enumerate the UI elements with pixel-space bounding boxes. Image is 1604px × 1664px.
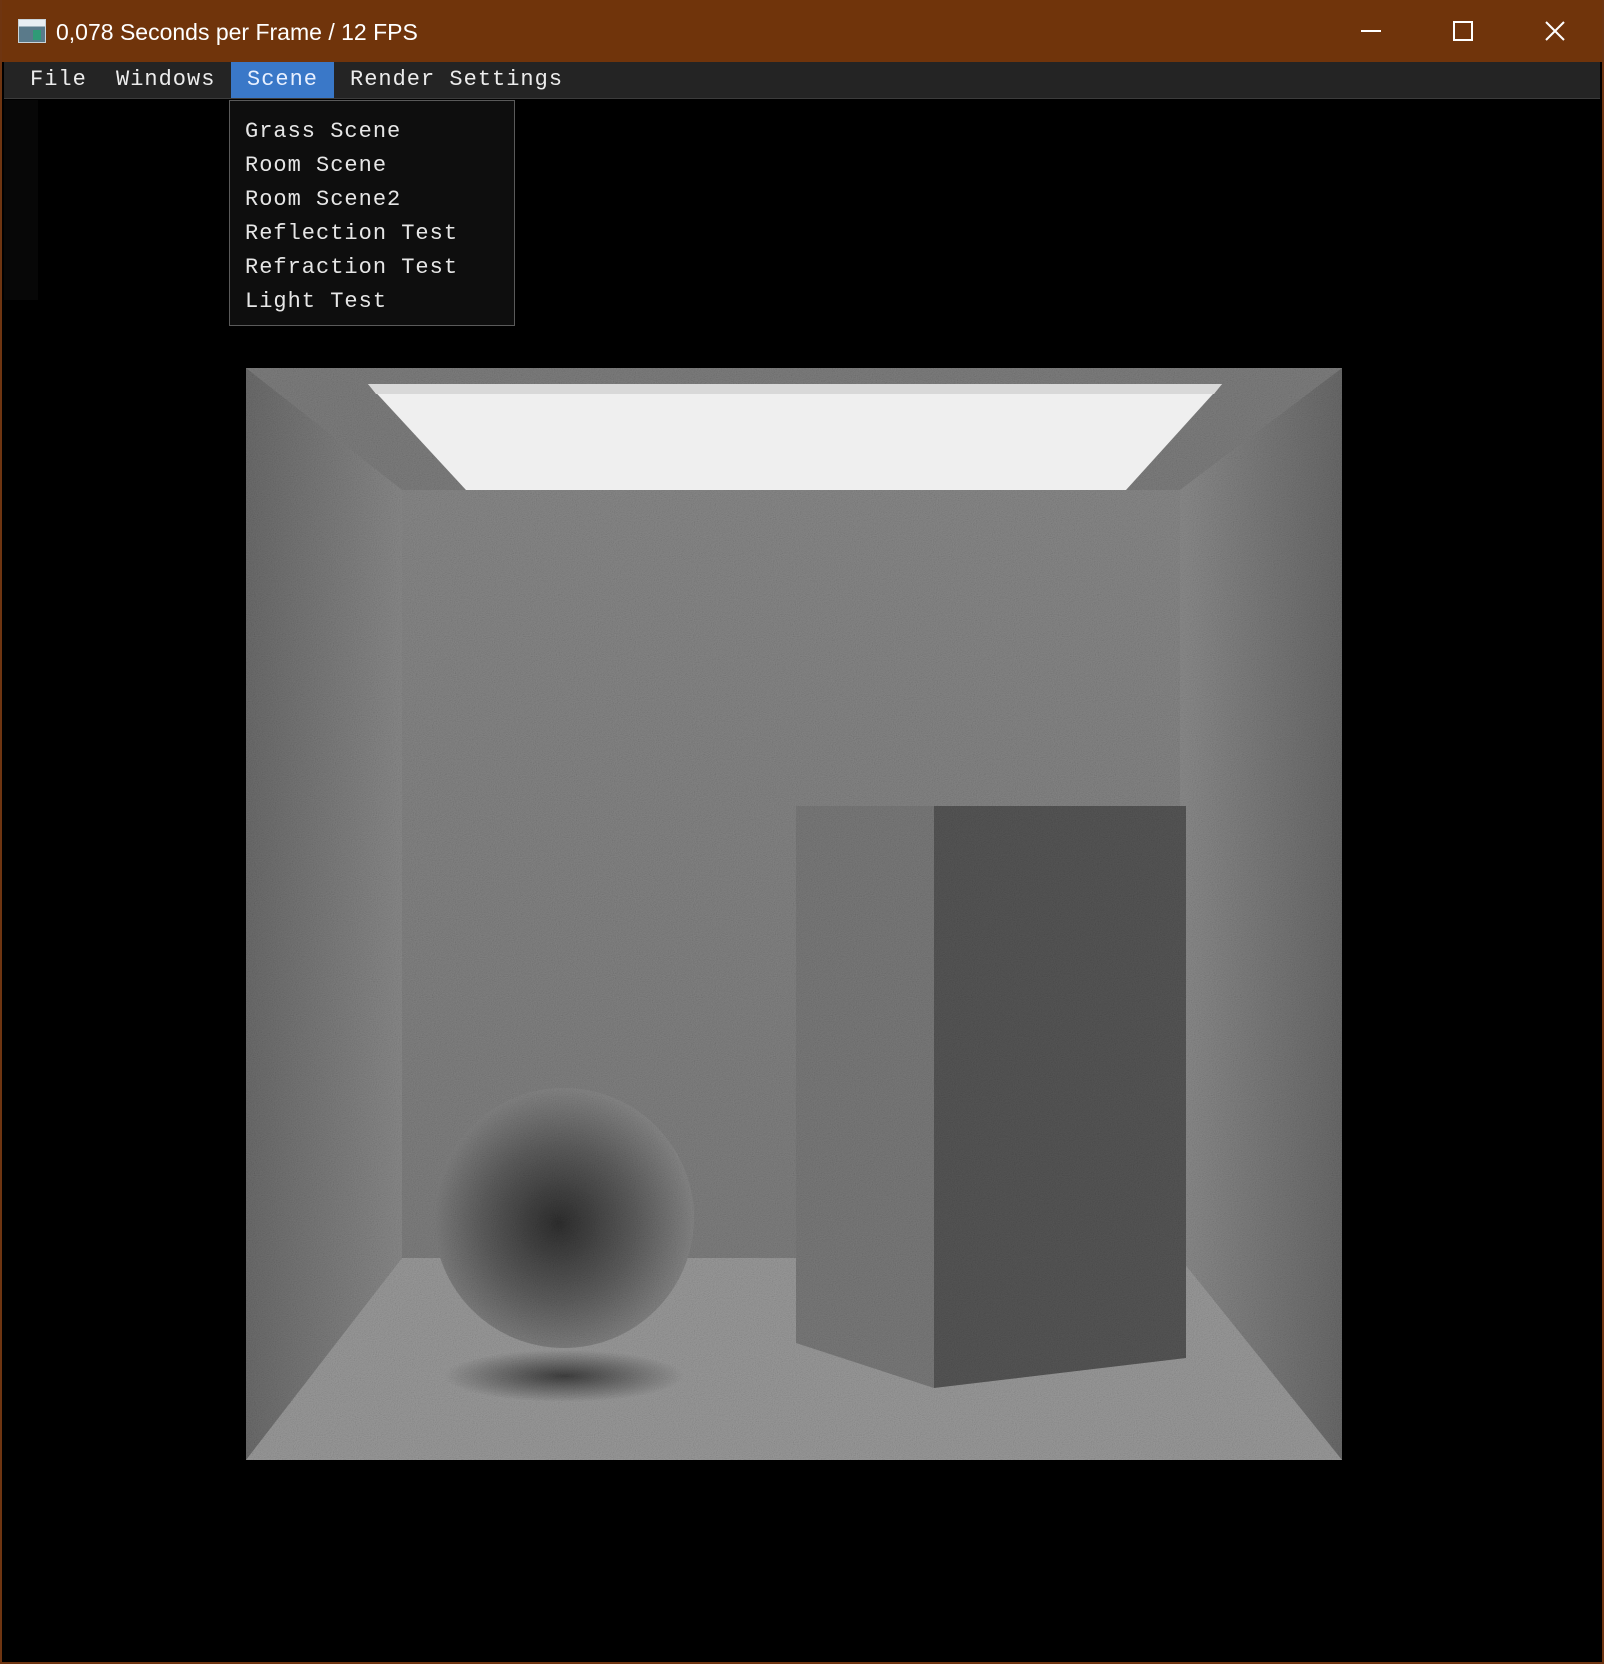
scene-menu-item-refraction-test[interactable]: Refraction Test xyxy=(230,251,514,285)
menu-windows[interactable]: Windows xyxy=(100,62,231,98)
maximize-button[interactable] xyxy=(1418,0,1508,62)
scene-menu-item-reflection-test[interactable]: Reflection Test xyxy=(230,217,514,251)
app-icon xyxy=(18,19,46,43)
close-button[interactable] xyxy=(1510,0,1600,62)
minimize-icon xyxy=(1361,30,1381,32)
menu-scene[interactable]: Scene xyxy=(231,62,335,98)
title-bar[interactable]: 0,078 Seconds per Frame / 12 FPS xyxy=(2,0,1602,62)
menu-bar: File Windows Scene Render Settings xyxy=(4,62,1600,99)
scene-menu-item-room-scene[interactable]: Room Scene xyxy=(230,149,514,183)
menu-render-settings[interactable]: Render Settings xyxy=(334,62,579,98)
close-icon xyxy=(1545,21,1565,41)
maximize-icon xyxy=(1453,21,1473,41)
render-viewport[interactable] xyxy=(246,368,1342,1460)
minimize-button[interactable] xyxy=(1326,0,1416,62)
scene-menu-item-room-scene2[interactable]: Room Scene2 xyxy=(230,183,514,217)
window-title: 0,078 Seconds per Frame / 12 FPS xyxy=(56,19,418,45)
scene-menu-item-grass-scene[interactable]: Grass Scene xyxy=(230,115,514,149)
scene-menu-dropdown: Grass Scene Room Scene Room Scene2 Refle… xyxy=(229,100,515,326)
app-window: 0,078 Seconds per Frame / 12 FPS File Wi… xyxy=(0,0,1604,1664)
rendered-scene-image xyxy=(246,368,1342,1460)
scene-menu-item-light-test[interactable]: Light Test xyxy=(230,285,514,319)
left-panel-strip xyxy=(4,100,38,300)
menu-file[interactable]: File xyxy=(14,62,103,98)
